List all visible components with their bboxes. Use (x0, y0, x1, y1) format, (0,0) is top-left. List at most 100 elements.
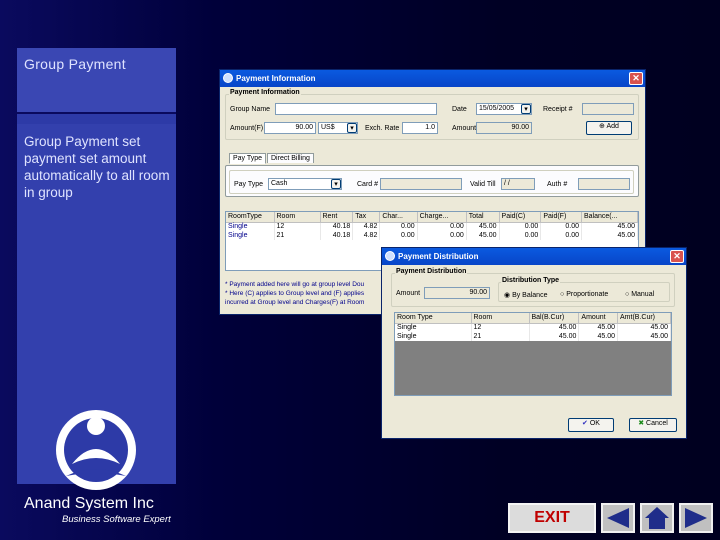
cell: 0.00 (499, 231, 542, 240)
exch-rate-input[interactable]: 1.0 (402, 122, 438, 134)
col-header[interactable]: Char... (379, 212, 418, 223)
payment-window-titlebar: Payment Information ✕ (220, 70, 645, 87)
add-button[interactable]: ⊕ Add (586, 121, 632, 135)
prev-button[interactable] (601, 503, 635, 533)
col-header[interactable]: Room (274, 212, 321, 223)
cell: 45.00 (466, 222, 500, 231)
cell: 12 (274, 222, 321, 231)
payment-info-section: Payment Information (229, 89, 301, 96)
tab-direct-billing[interactable]: Direct Billing (267, 153, 314, 163)
amount-f-label: Amount(F) (230, 125, 264, 132)
col-header[interactable]: Rent (320, 212, 354, 223)
col-header[interactable]: Tax (352, 212, 381, 223)
exit-button[interactable]: EXIT (508, 503, 596, 533)
cancel-button[interactable]: ✖ Cancel (629, 418, 677, 432)
col-header[interactable]: Room Type (395, 313, 472, 324)
col-header[interactable]: Amount (578, 313, 618, 324)
valid-till-label: Valid Till (470, 181, 496, 188)
table-row[interactable]: Single 21 45.00 45.00 45.00 (395, 332, 671, 341)
payment-distribution-window: Payment Distribution ✕ Payment Distribut… (381, 247, 687, 439)
cell: 12 (471, 323, 530, 332)
cell: 45.00 (529, 323, 580, 332)
table-row[interactable]: Single 12 45.00 45.00 45.00 (395, 323, 671, 332)
company-tagline: Business Software Expert (62, 514, 171, 525)
col-header[interactable]: RoomType (226, 212, 275, 223)
col-header[interactable]: Paid(C) (499, 212, 542, 223)
radio-by-balance[interactable]: ◉ By Balance (504, 291, 547, 299)
company-logo-icon (56, 410, 136, 490)
distribution-window-titlebar: Payment Distribution ✕ (382, 248, 686, 265)
cell: 40.18 (320, 222, 354, 231)
cell: 45.00 (581, 231, 639, 240)
distribution-section: Payment Distribution (395, 268, 468, 275)
radio-checked-icon: ◉ (504, 292, 511, 299)
cancel-icon: ✖ (638, 420, 645, 427)
cell: 4.82 (352, 231, 381, 240)
dist-type-label: Distribution Type (501, 277, 561, 284)
company-name: Anand System Inc (24, 495, 154, 512)
radio-label: By Balance (512, 292, 548, 299)
group-name-label: Group Name (230, 106, 271, 113)
radio-manual[interactable]: ○ Manual (625, 291, 654, 298)
cell: 45.00 (466, 231, 500, 240)
col-header[interactable]: Total (466, 212, 500, 223)
cell: 45.00 (617, 332, 671, 341)
radio-proportionate[interactable]: ○ Proportionate (560, 291, 608, 298)
close-icon[interactable]: ✕ (670, 250, 684, 263)
col-header[interactable]: Paid(F) (540, 212, 582, 223)
next-button[interactable] (679, 503, 713, 533)
group-name-input[interactable] (275, 103, 437, 115)
receipt-label: Receipt # (543, 106, 573, 113)
cell: 4.82 (352, 222, 381, 231)
cell: 0.00 (379, 231, 418, 240)
valid-till-input[interactable]: / / (501, 178, 535, 190)
auth-input[interactable] (578, 178, 630, 190)
cell: 21 (471, 332, 530, 341)
col-header[interactable]: Amt(B.Cur) (617, 313, 671, 324)
ok-button[interactable]: ✔ OK (568, 418, 614, 432)
amount-f-input[interactable]: 90.00 (264, 122, 316, 134)
cell: 21 (274, 231, 321, 240)
dist-amount-input[interactable]: 90.00 (424, 287, 490, 299)
dist-amount-label: Amount (396, 290, 421, 297)
radio-unchecked-icon: ○ (625, 291, 630, 298)
col-header[interactable]: Bal(B.Cur) (529, 313, 580, 324)
table-row[interactable]: Single 12 40.18 4.82 0.00 0.00 45.00 0.0… (226, 222, 639, 231)
cell: 0.00 (417, 222, 467, 231)
cell: 0.00 (499, 222, 542, 231)
cell: 0.00 (417, 231, 467, 240)
date-label: Date (452, 106, 467, 113)
app-icon (223, 73, 233, 83)
tab-pay-type[interactable]: Pay Type (229, 153, 267, 164)
table-row[interactable]: Single 21 40.18 4.82 0.00 0.00 45.00 0.0… (226, 231, 639, 240)
cell: 0.00 (540, 222, 582, 231)
currency-dropdown-icon[interactable]: ▾ (347, 123, 357, 133)
radio-label: Proportionate (566, 291, 609, 298)
close-icon[interactable]: ✕ (629, 72, 643, 85)
home-icon (645, 507, 669, 529)
receipt-input[interactable] (582, 103, 634, 115)
col-header[interactable]: Room (471, 313, 530, 324)
radio-unchecked-icon: ○ (560, 291, 565, 298)
cell: 0.00 (379, 222, 418, 231)
pay-type-dropdown-icon[interactable]: ▾ (331, 179, 341, 189)
distribution-grid[interactable]: Room Type Room Bal(B.Cur) Amount Amt(B.C… (394, 312, 672, 396)
card-input[interactable] (380, 178, 462, 190)
cell: 45.00 (617, 323, 671, 332)
amount-label: Amount (452, 125, 477, 132)
pay-type-label: Pay Type (234, 181, 264, 188)
payment-window-title: Payment Information (236, 74, 316, 83)
cell: 45.00 (578, 323, 618, 332)
add-icon: ⊕ (599, 123, 605, 130)
radio-label: Manual (631, 291, 655, 298)
col-header[interactable]: Charge... (417, 212, 467, 223)
add-button-label: Add (606, 123, 619, 130)
cell: 0.00 (540, 231, 582, 240)
home-button[interactable] (640, 503, 674, 533)
amount-input[interactable]: 90.00 (476, 122, 532, 134)
col-header[interactable]: Balance(... (581, 212, 639, 223)
cell: Single (226, 231, 275, 240)
date-dropdown-icon[interactable]: ▾ (521, 104, 531, 114)
cell: Single (395, 332, 472, 341)
cell: 45.00 (578, 332, 618, 341)
